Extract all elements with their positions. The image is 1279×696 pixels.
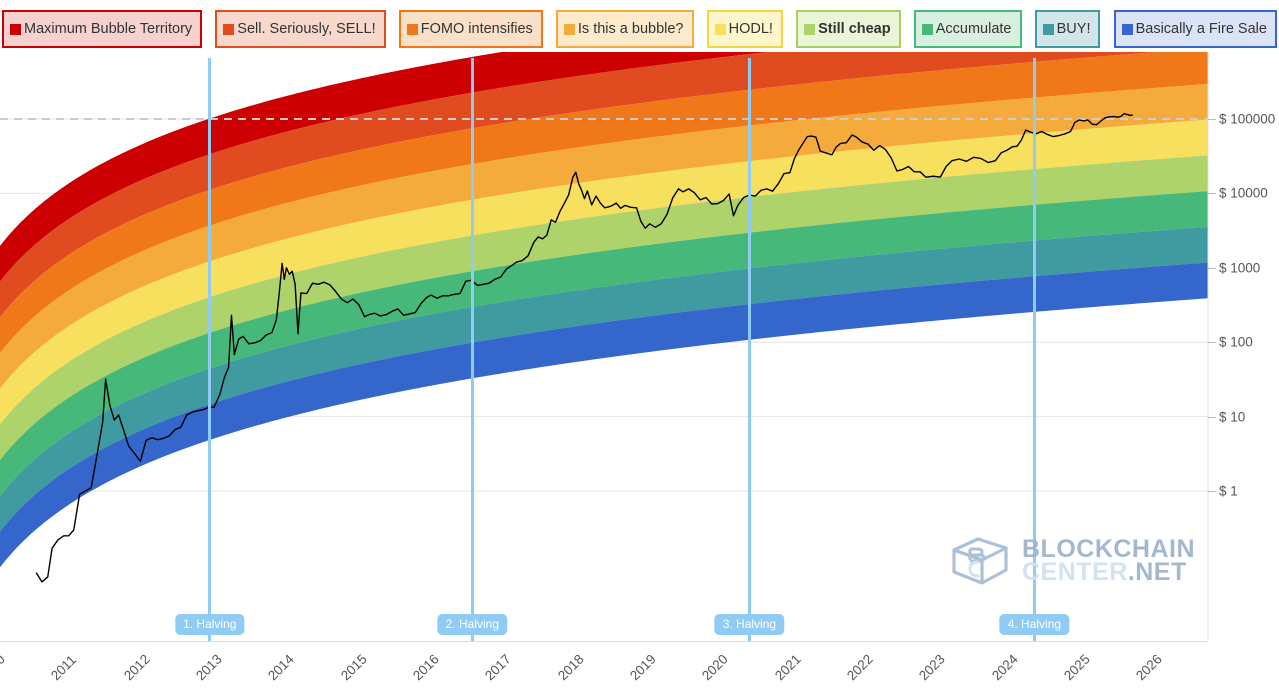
legend-item-label: Sell. Seriously, SELL! xyxy=(237,22,375,37)
legend-item[interactable]: FOMO intensifies xyxy=(399,10,543,48)
y-axis-label: $ 100000 xyxy=(1219,112,1275,127)
legend-item-label: Still cheap xyxy=(818,22,891,37)
legend-item[interactable]: Accumulate xyxy=(914,10,1022,48)
y-axis-tick xyxy=(1208,491,1216,492)
x-axis-label: 2011 xyxy=(48,652,79,683)
x-axis-label: 2013 xyxy=(193,651,225,683)
rainbow-bands xyxy=(0,52,1208,567)
legend-item-label: BUY! xyxy=(1057,22,1091,37)
legend-item[interactable]: HODL! xyxy=(707,10,783,48)
legend-swatch-icon xyxy=(564,24,575,35)
halving-line xyxy=(1033,58,1036,641)
legend-item[interactable]: Is this a bubble? xyxy=(556,10,694,48)
x-axis-label: 2012 xyxy=(121,651,153,683)
legend-swatch-icon xyxy=(223,24,234,35)
x-axis-label: 2017 xyxy=(482,651,514,683)
x-axis-label: 2020 xyxy=(699,651,731,683)
halving-line xyxy=(208,58,211,641)
y-axis-label: $ 10000 xyxy=(1219,186,1268,201)
y-axis-tick xyxy=(1208,342,1216,343)
legend-item[interactable]: BUY! xyxy=(1035,10,1101,48)
legend-item[interactable]: Still cheap xyxy=(796,10,901,48)
rainbow-plot-svg xyxy=(0,52,1279,640)
halving-line xyxy=(748,58,751,641)
halving-badge[interactable]: 2. Halving xyxy=(438,614,507,635)
x-axis-rule xyxy=(0,641,1208,642)
y-axis-tick xyxy=(1208,268,1216,269)
legend-swatch-icon xyxy=(10,24,21,35)
x-axis-label: 2014 xyxy=(265,651,297,683)
y-axis-label: $ 100 xyxy=(1219,335,1253,350)
x-axis-label: 2026 xyxy=(1133,651,1165,683)
legend-item-label: Maximum Bubble Territory xyxy=(24,22,192,37)
legend-item-label: HODL! xyxy=(729,22,773,37)
x-axis-label: 2010 xyxy=(0,651,8,683)
legend-swatch-icon xyxy=(407,24,418,35)
legend-item[interactable]: Sell. Seriously, SELL! xyxy=(215,10,385,48)
x-axis-label: 2021 xyxy=(772,651,804,683)
y-axis-label: $ 10 xyxy=(1219,409,1245,424)
x-axis-label: 2016 xyxy=(410,651,442,683)
x-axis-label: 2022 xyxy=(844,651,876,683)
legend-item-label: Basically a Fire Sale xyxy=(1136,22,1267,37)
y-axis-tick xyxy=(1208,119,1216,120)
halving-badge[interactable]: 3. Halving xyxy=(715,614,784,635)
x-axis: 2010 2011 2012 2013 2014 2015 2016 2017 2018 2019… xyxy=(0,641,1279,696)
legend-item-label: FOMO intensifies xyxy=(421,22,533,37)
legend: Maximum Bubble Territory Sell. Seriously,… xyxy=(0,10,1279,52)
legend-item[interactable]: Maximum Bubble Territory xyxy=(2,10,202,48)
x-axis-label: 2019 xyxy=(627,651,659,683)
x-axis-label: 2024 xyxy=(989,651,1021,683)
legend-swatch-icon xyxy=(922,24,933,35)
y-axis-label: $ 1000 xyxy=(1219,260,1260,275)
x-axis-label: 2023 xyxy=(916,651,948,683)
x-axis-label: 2015 xyxy=(338,651,370,683)
halving-badge[interactable]: 1. Halving xyxy=(175,614,244,635)
y-axis-tick xyxy=(1208,193,1216,194)
legend-item-label: Accumulate xyxy=(936,22,1012,37)
y-axis-label: $ 1 xyxy=(1219,484,1238,499)
legend-swatch-icon xyxy=(715,24,726,35)
legend-item[interactable]: Basically a Fire Sale xyxy=(1114,10,1277,48)
halving-line xyxy=(471,58,474,641)
bitcoin-rainbow-chart: Maximum Bubble Territory Sell. Seriously,… xyxy=(0,0,1279,696)
legend-swatch-icon xyxy=(1122,24,1133,35)
y-axis-tick xyxy=(1208,417,1216,418)
legend-swatch-icon xyxy=(804,24,815,35)
x-axis-label: 2018 xyxy=(555,651,587,683)
legend-swatch-icon xyxy=(1043,24,1054,35)
plot-area xyxy=(0,52,1279,640)
x-axis-label: 2025 xyxy=(1061,651,1093,683)
halving-badge[interactable]: 4. Halving xyxy=(1000,614,1069,635)
legend-item-label: Is this a bubble? xyxy=(578,22,684,37)
